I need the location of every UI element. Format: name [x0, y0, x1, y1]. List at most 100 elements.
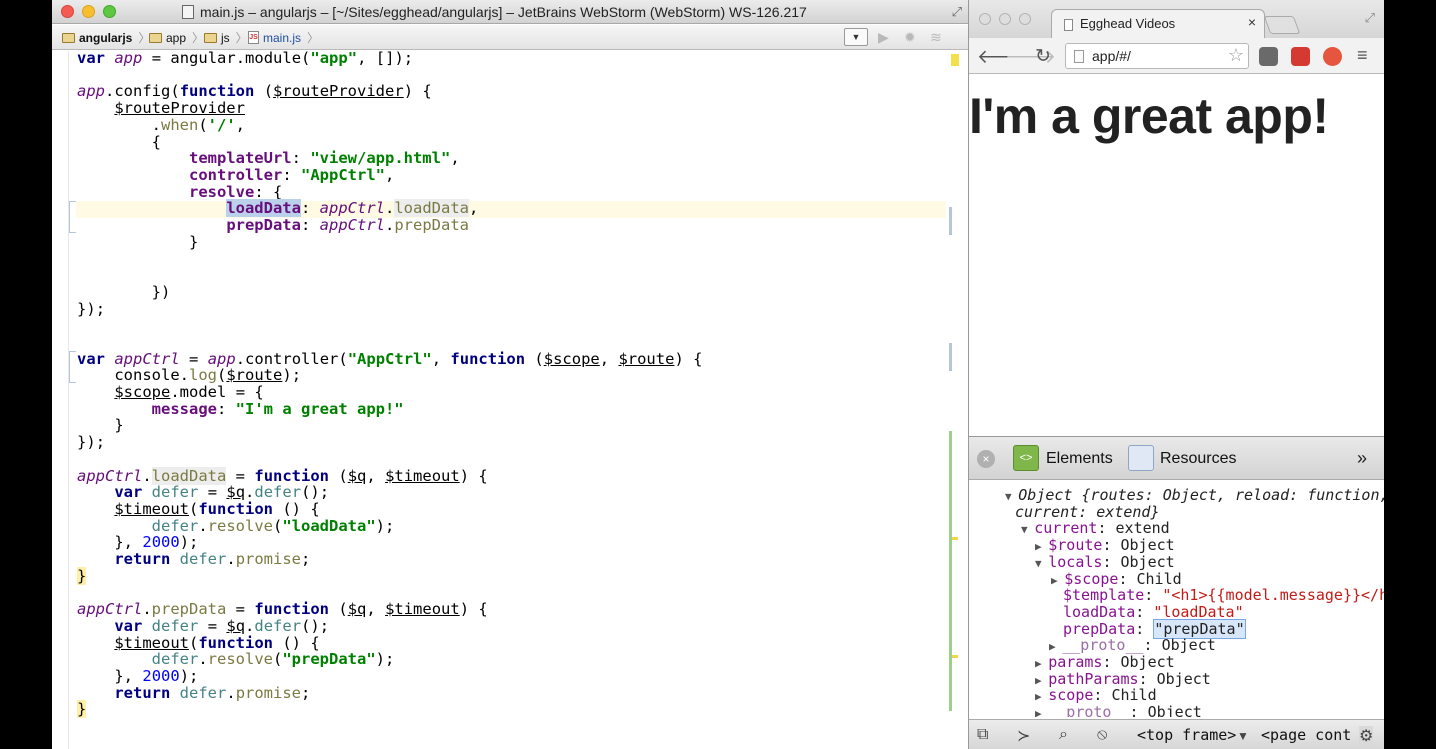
collapsed-triangle-icon[interactable]: ▶ — [1035, 540, 1048, 553]
occurrence-marker[interactable] — [949, 343, 952, 371]
console-drawer-icon[interactable]: ≻ — [1017, 726, 1030, 746]
pocket-extension-icon[interactable] — [1259, 47, 1278, 66]
object-tree-row[interactable]: ▼ Object {routes: Object, reload: functi… — [1005, 487, 1384, 504]
search-icon[interactable]: ⌕ — [1059, 726, 1068, 744]
object-tree-row[interactable]: prepData: "prepData" — [1063, 618, 1246, 639]
fullscreen-icon[interactable]: ⤢ — [1365, 10, 1375, 26]
collapsed-triangle-icon[interactable]: ▶ — [1035, 707, 1048, 717]
code-line[interactable]: $timeout(function () { — [77, 501, 319, 518]
object-tree-row[interactable]: ▶ __proto__: Object — [1035, 704, 1202, 717]
code-line[interactable]: }) — [77, 284, 171, 301]
breadcrumb-app[interactable]: app 〉 — [149, 29, 204, 46]
code-area[interactable]: var app = angular.module("app", []); app.… — [77, 50, 957, 749]
elements-icon[interactable]: <> — [1013, 445, 1039, 471]
warning-marker[interactable] — [951, 54, 959, 66]
code-line[interactable]: } — [77, 567, 87, 585]
browser-tab[interactable]: Egghead Videos × — [1051, 9, 1265, 39]
object-tree-row[interactable]: ▶ params: Object — [1035, 654, 1175, 671]
code-line[interactable]: .when('/', — [77, 117, 245, 134]
address-bar[interactable]: app/#/ ☆ — [1065, 43, 1249, 69]
code-line[interactable]: controller: "AppCtrl", — [77, 167, 394, 184]
code-line[interactable]: } — [77, 700, 87, 718]
code-line[interactable]: var defer = $q.defer(); — [77, 484, 329, 501]
code-line[interactable]: return defer.promise; — [77, 551, 310, 568]
dock-icon[interactable]: ⧉ — [977, 726, 988, 744]
code-line[interactable]: console.log($route); — [77, 367, 301, 384]
context-selector[interactable]: <page cont — [1261, 726, 1351, 744]
console-output[interactable]: ▼ Object {routes: Object, reload: functi… — [969, 481, 1384, 717]
occurrence-marker[interactable] — [949, 207, 952, 235]
expanded-triangle-icon[interactable]: ▼ — [1035, 557, 1048, 570]
breadcrumb-js[interactable]: js 〉 — [204, 29, 248, 46]
object-tree-row[interactable]: $template: "<h1>{{model.message}}</h1>" — [1063, 587, 1384, 604]
breadcrumb-file[interactable]: JS main.js 〉 — [248, 29, 319, 46]
chevron-down-icon[interactable]: ▼ — [1237, 729, 1249, 743]
warning-marker[interactable] — [952, 537, 958, 540]
clear-console-icon[interactable]: ⦸ — [1097, 726, 1107, 744]
tab-resources[interactable]: Resources — [1160, 450, 1236, 468]
collapsed-triangle-icon[interactable]: ▶ — [1035, 674, 1048, 687]
code-editor[interactable]: var app = angular.module("app", []); app.… — [52, 50, 968, 749]
object-tree-row[interactable]: current: extend} — [1015, 503, 1160, 521]
fold-marker[interactable] — [69, 351, 76, 383]
code-line[interactable]: }, 2000); — [77, 668, 198, 685]
code-line[interactable]: $scope.model = { — [77, 384, 263, 401]
close-window-button[interactable] — [61, 5, 74, 18]
warning-marker[interactable] — [952, 655, 958, 658]
collapsed-triangle-icon[interactable]: ▶ — [1049, 640, 1062, 653]
object-tree-row[interactable]: ▼ locals: Object — [1035, 553, 1175, 571]
expanded-triangle-icon[interactable]: ▼ — [1021, 523, 1034, 536]
minimize-window-button[interactable] — [82, 5, 95, 18]
code-line[interactable]: }, 2000); — [77, 534, 198, 551]
code-line[interactable]: templateUrl: "view/app.html", — [77, 150, 460, 167]
code-line[interactable]: loadData: appCtrl.loadData, — [77, 199, 478, 217]
code-line[interactable]: }); — [77, 434, 105, 451]
code-line[interactable]: } — [77, 417, 123, 434]
debug-icon[interactable]: ✹ — [904, 29, 916, 46]
code-line[interactable]: defer.resolve("prepData"); — [77, 651, 395, 668]
code-line[interactable]: var app = angular.module("app", []); — [77, 50, 413, 67]
url-text[interactable]: app/#/ — [1092, 48, 1131, 64]
extension-icon[interactable] — [1323, 47, 1342, 66]
more-tabs-button[interactable]: » — [1357, 448, 1367, 469]
code-line[interactable]: message: "I'm a great app!" — [77, 401, 404, 418]
collapsed-triangle-icon[interactable]: ▶ — [1035, 657, 1048, 670]
tab-elements[interactable]: Elements — [1046, 450, 1113, 468]
code-line[interactable]: return defer.promise; — [77, 685, 310, 702]
object-tree-row[interactable]: ▶ $scope: Child — [1051, 570, 1182, 588]
run-configuration-dropdown[interactable]: ▼ — [844, 28, 868, 46]
frame-selector[interactable]: <top frame> — [1137, 726, 1236, 744]
expanded-triangle-icon[interactable]: ▼ — [1005, 490, 1018, 503]
object-tree-row[interactable]: ▶ scope: Child — [1035, 687, 1157, 704]
fold-marker[interactable] — [69, 201, 76, 233]
code-line[interactable]: }); — [77, 301, 105, 318]
object-tree-row[interactable]: ▶ __proto__: Object — [1049, 637, 1216, 654]
code-line[interactable]: } — [77, 234, 198, 251]
extension-icon[interactable] — [1291, 47, 1310, 66]
close-icon[interactable]: × — [977, 450, 995, 468]
object-tree-row[interactable]: ▼ current: extend — [1021, 520, 1170, 537]
collapsed-triangle-icon[interactable]: ▶ — [1035, 690, 1048, 703]
reload-icon[interactable]: ↻ — [1035, 45, 1051, 68]
star-icon[interactable]: ☆ — [1228, 45, 1244, 66]
minimize-window-button[interactable] — [999, 13, 1011, 25]
code-line[interactable]: appCtrl.prepData = function ($q, $timeou… — [77, 601, 488, 618]
code-line[interactable]: var defer = $q.defer(); — [77, 618, 329, 635]
code-line[interactable]: $routeProvider — [77, 100, 245, 117]
coverage-icon[interactable]: ≋ — [930, 29, 942, 46]
changed-lines-marker[interactable] — [949, 431, 952, 711]
code-line[interactable]: app.config(function ($routeProvider) { — [77, 83, 432, 100]
collapsed-triangle-icon[interactable]: ▶ — [1051, 574, 1064, 587]
object-tree-row[interactable]: ▶ pathParams: Object — [1035, 670, 1211, 688]
zoom-window-button[interactable] — [1019, 13, 1031, 25]
zoom-window-button[interactable] — [103, 5, 116, 18]
code-line[interactable]: prepData: appCtrl.prepData — [77, 217, 469, 234]
close-window-button[interactable] — [979, 13, 991, 25]
object-tree-row[interactable]: ▶ $route: Object — [1035, 537, 1175, 554]
breadcrumb-project[interactable]: angularjs 〉 — [62, 29, 150, 46]
tab-close-button[interactable]: × — [1248, 14, 1256, 30]
run-icon[interactable]: ▶ — [878, 29, 889, 46]
resources-icon[interactable] — [1128, 445, 1154, 471]
settings-icon[interactable]: ⚙ — [1359, 726, 1374, 746]
new-tab-button[interactable] — [1263, 16, 1301, 34]
